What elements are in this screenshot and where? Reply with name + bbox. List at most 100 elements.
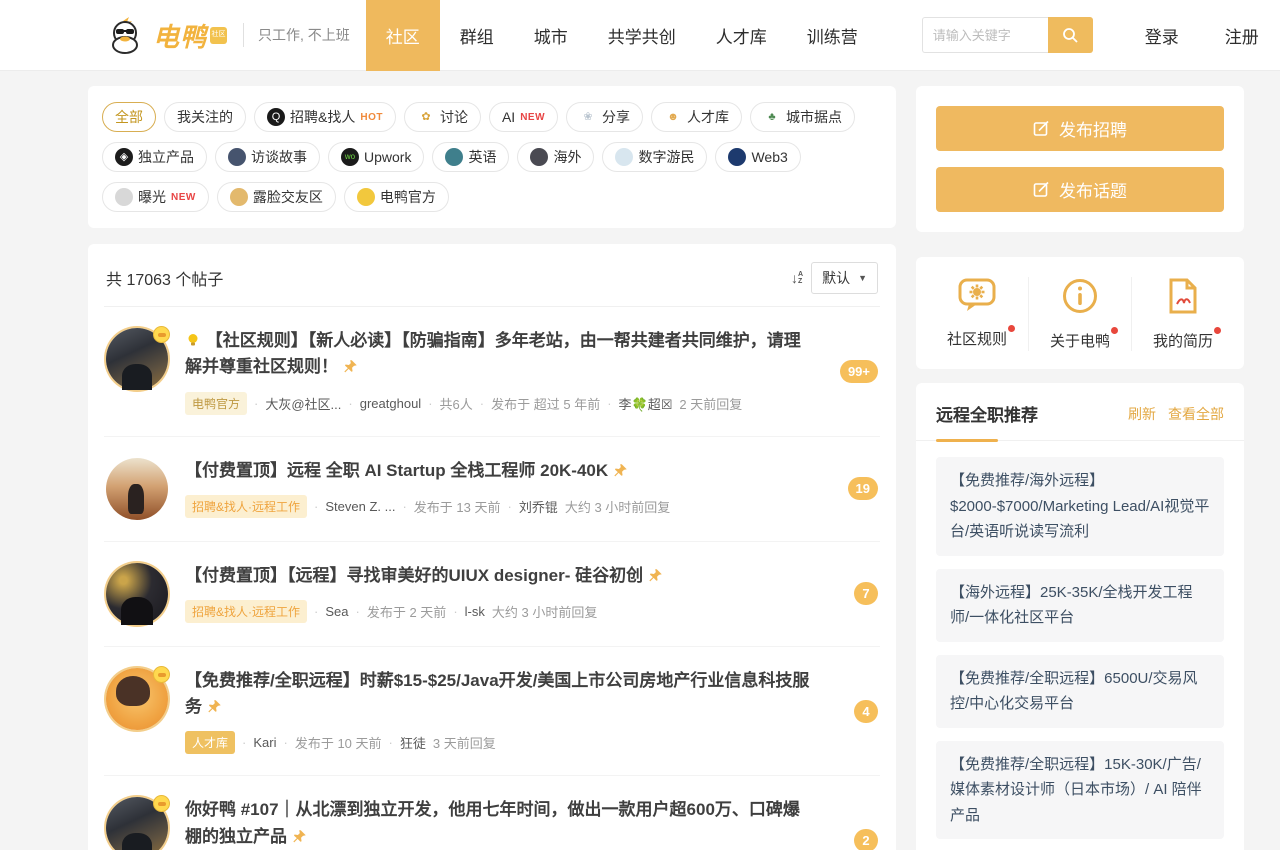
post-author[interactable]: Kari: [253, 735, 276, 750]
nav-item-群组[interactable]: 群组: [440, 0, 514, 71]
filter-tag-曝光[interactable]: 曝光NEW: [102, 182, 209, 212]
post-title-text: 你好鸭 #107｜从北漂到独立开发，他用七年时间，做出一款用户超600万、口碑爆…: [185, 800, 800, 845]
filter-tag-讨论[interactable]: ✿讨论: [404, 102, 481, 132]
pin-icon: [292, 829, 307, 844]
sort-selected-value: 默认: [822, 268, 850, 288]
logo-text: 电鸭: [153, 17, 207, 54]
filter-tag-露脸交友区[interactable]: 露脸交友区: [217, 182, 336, 212]
post-meta-text: 大约 3 小时前回复: [492, 602, 597, 621]
filter-tag-访谈故事[interactable]: 访谈故事: [215, 142, 320, 172]
post-author[interactable]: l-sk: [465, 604, 485, 619]
filter-tag-label: 分享: [602, 107, 630, 127]
filter-tag-Upwork[interactable]: woUpwork: [328, 142, 424, 172]
publish-job-button[interactable]: 发布招聘: [936, 106, 1224, 151]
filter-tag-数字游民[interactable]: 数字游民: [602, 142, 707, 172]
quick-link-我的简历[interactable]: 我的简历: [1131, 277, 1234, 351]
filter-tag-独立产品[interactable]: ◈独立产品: [102, 142, 207, 172]
register-link[interactable]: 注册: [1225, 23, 1259, 48]
filter-tag-海外[interactable]: 海外: [517, 142, 594, 172]
post-title[interactable]: 你好鸭 #107｜从北漂到独立开发，他用七年时间，做出一款用户超600万、口碑爆…: [185, 797, 814, 850]
post-title[interactable]: 【付费置顶】【远程】寻找审美好的UIUX designer- 硅谷初创: [185, 563, 814, 589]
post-tag[interactable]: 招聘&找人·远程工作: [185, 495, 307, 518]
post-tag[interactable]: 电鸭官方: [185, 392, 247, 415]
filter-tag-AI[interactable]: AINEW: [489, 102, 558, 132]
post-row: 【免费推荐/全职远程】时薪$15-$25/Java开发/美国上市公司房地产行业信…: [104, 647, 880, 777]
dot-separator: ·: [254, 396, 258, 411]
post-side: 4: [814, 668, 878, 755]
left-column: 全部我关注的Q招聘&找人HOT✿讨论AINEW❀分享☻人才库♣城市据点◈独立产品…: [88, 86, 896, 850]
pin-icon: [613, 463, 628, 478]
site-logo[interactable]: 电鸭 社区: [105, 15, 227, 55]
search-input[interactable]: [922, 17, 1048, 53]
main-nav: 社区群组城市共学共创人才库训练营: [366, 0, 878, 71]
post-title[interactable]: 【付费置顶】远程 全职 AI Startup 全栈工程师 20K-40K: [185, 458, 814, 484]
post-author[interactable]: 刘乔锟: [519, 497, 558, 516]
avatar[interactable]: [106, 563, 168, 625]
refresh-link[interactable]: 刷新: [1128, 404, 1156, 424]
avatar[interactable]: [106, 797, 168, 850]
tag-avatar-icon: ✿: [417, 108, 435, 126]
reply-count-badge: 19: [848, 477, 878, 500]
tag-avatar-icon: ❀: [579, 108, 597, 126]
quick-link-社区规则[interactable]: 社区规则: [926, 277, 1028, 351]
post-author[interactable]: 大灰@社区...: [265, 394, 341, 413]
nav-item-城市[interactable]: 城市: [514, 0, 588, 71]
notification-dot: [1214, 327, 1221, 334]
pin-icon: [648, 568, 663, 583]
job-recommendation-item[interactable]: 【免费推荐/全职远程】15K-30K/广告/媒体素材设计师（日本市场）/ AI …: [936, 741, 1224, 840]
publish-topic-button[interactable]: 发布话题: [936, 167, 1224, 212]
sort-controls: ↓AZ 默认 ▼: [791, 262, 878, 294]
quick-link-label: 我的简历: [1153, 330, 1213, 351]
avatar[interactable]: [106, 458, 168, 520]
sort-az-icon[interactable]: ↓AZ: [791, 270, 803, 286]
quick-link-label: 关于电鸭: [1050, 330, 1110, 351]
job-recommendation-item[interactable]: 【免费推荐/全职远程】6500U/交易风控/中心化交易平台: [936, 655, 1224, 728]
reply-count-badge: 4: [854, 700, 878, 723]
tag-avatar-icon: [728, 148, 746, 166]
job-recommendation-item[interactable]: 【免费推荐/海外远程】$2000-$7000/Marketing Lead/AI…: [936, 457, 1224, 556]
post-title[interactable]: 【免费推荐/全职远程】时薪$15-$25/Java开发/美国上市公司房地产行业信…: [185, 668, 814, 721]
quick-link-关于电鸭[interactable]: 关于电鸭: [1028, 277, 1131, 351]
nav-item-训练营[interactable]: 训练营: [787, 0, 878, 71]
view-all-link[interactable]: 查看全部: [1168, 404, 1224, 424]
search-icon: [1062, 27, 1079, 44]
filter-tag-人才库[interactable]: ☻人才库: [651, 102, 742, 132]
avatar[interactable]: [106, 668, 168, 730]
nav-item-共学共创[interactable]: 共学共创: [588, 0, 696, 71]
post-tag[interactable]: 人才库: [185, 731, 235, 754]
post-author[interactable]: 李🍀超☒: [619, 394, 673, 413]
post-author[interactable]: greatghoul: [360, 396, 421, 411]
sort-dropdown[interactable]: 默认 ▼: [811, 262, 878, 294]
job-recommendation-item[interactable]: 【海外远程】25K-35K/全栈开发工程师/一体化社区平台: [936, 569, 1224, 642]
jobs-title-underline: [936, 439, 998, 442]
post-meta: 招聘&找人·远程工作·Steven Z. ...·发布于 13 天前·刘乔锟大约…: [185, 495, 814, 518]
post-tag[interactable]: 招聘&找人·远程工作: [185, 600, 307, 623]
post-side: 19: [814, 458, 878, 520]
post-content: 【社区规则】【新人必读】【防骗指南】多年老站，由一帮共建者共同维护，请理解并尊重…: [185, 328, 814, 415]
post-author[interactable]: 狂徒: [400, 733, 426, 752]
post-author[interactable]: Steven Z. ...: [325, 499, 395, 514]
post-meta-text: 共6人: [440, 394, 473, 413]
filter-tag-Web3[interactable]: Web3: [715, 142, 800, 172]
search-button[interactable]: [1048, 17, 1093, 53]
filter-tag-电鸭官方[interactable]: 电鸭官方: [344, 182, 449, 212]
post-count: 共 17063 个帖子: [106, 266, 223, 290]
avatar[interactable]: [106, 328, 168, 390]
jobs-title: 远程全职推荐: [936, 401, 1038, 426]
filter-tag-城市据点[interactable]: ♣城市据点: [750, 102, 855, 132]
post-title[interactable]: 【社区规则】【新人必读】【防骗指南】多年老站，由一帮共建者共同维护，请理解并尊重…: [185, 328, 814, 381]
filter-tag-全部[interactable]: 全部: [102, 102, 156, 132]
reply-count-badge: 2: [854, 829, 878, 850]
post-author[interactable]: Sea: [325, 604, 348, 619]
login-link[interactable]: 登录: [1145, 23, 1179, 48]
filter-tag-招聘&找人[interactable]: Q招聘&找人HOT: [254, 102, 396, 132]
filter-tag-label: Web3: [751, 149, 787, 165]
tag-avatar-icon: [615, 148, 633, 166]
nav-item-社区[interactable]: 社区: [366, 0, 440, 71]
tag-avatar-icon: ☻: [664, 108, 682, 126]
filter-tag-我关注的[interactable]: 我关注的: [164, 102, 246, 132]
filter-tag-分享[interactable]: ❀ 分享: [566, 102, 643, 132]
info-icon: [1061, 277, 1099, 320]
filter-tag-英语[interactable]: 英语: [432, 142, 509, 172]
nav-item-人才库[interactable]: 人才库: [696, 0, 787, 71]
